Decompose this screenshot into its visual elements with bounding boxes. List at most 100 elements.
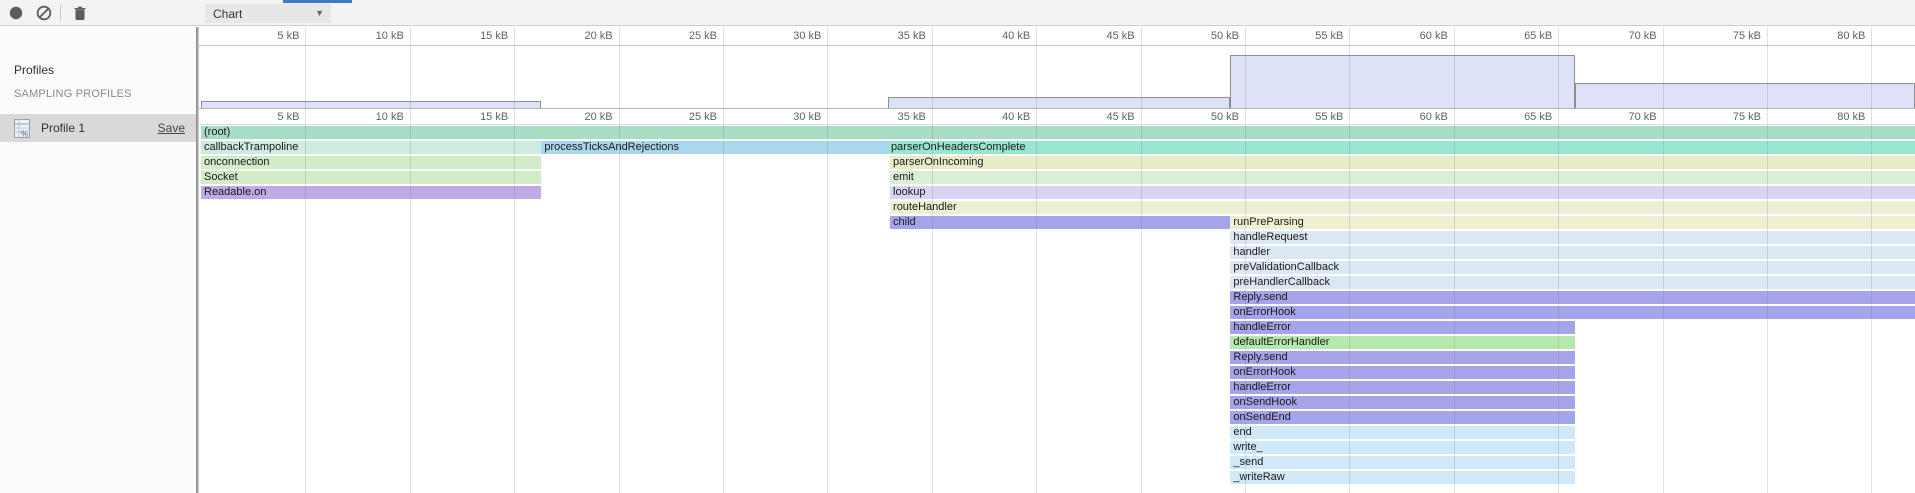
profiles-sidebar: Profiles SAMPLING PROFILES % Profile 1 S… [0,27,196,493]
flame-bar[interactable]: _send [1230,456,1575,469]
flame-bar[interactable]: Reply.send [1230,351,1575,364]
overview-band-1 [888,97,1230,108]
top-ruler-tick-30kb: 30 kB [793,30,821,42]
flame-bar[interactable]: _writeRaw [1230,471,1575,484]
grid-line-35kb [932,27,933,493]
top-ruler-tick-80kb: 80 kB [1837,30,1865,42]
flame-bar[interactable]: write_ [1230,441,1575,454]
top-ruler-tick-25kb: 25 kB [689,30,717,42]
sampling-profiles-section-label: SAMPLING PROFILES [14,88,132,100]
flame-bar[interactable]: handleRequest [1230,231,1915,244]
flame-bar[interactable]: handleError [1230,381,1575,394]
flame-bar[interactable]: child [890,216,1230,229]
bottom-ruler-tick-5kb: 5 kB [277,111,299,123]
bottom-ruler-tick-15kb: 15 kB [480,111,508,123]
top-ruler-tick-40kb: 40 kB [1002,30,1030,42]
view-mode-select[interactable]: Chart ▼ [205,4,331,23]
flame-bar[interactable]: callbackTrampoline [201,141,541,154]
bottom-ruler-tick-50kb: 50 kB [1211,111,1239,123]
delete-profile-button[interactable] [70,3,90,23]
top-ruler-tick-10kb: 10 kB [376,30,404,42]
flame-chart-pane: (root) callbackTrampolineprocessTicksAndR… [199,27,1915,493]
flame-bar[interactable]: onSendEnd [1230,411,1575,424]
flame-bar[interactable]: processTicksAndRejections [541,141,888,154]
profile-document-icon: % [14,119,30,138]
flame-bar[interactable]: onErrorHook [1230,366,1575,379]
grid-line-55kb [1349,27,1350,493]
top-ruler-tick-65kb: 65 kB [1524,30,1552,42]
record-circle-icon [9,6,23,20]
top-ruler-tick-60kb: 60 kB [1420,30,1448,42]
flame-bar[interactable]: end [1230,426,1575,439]
sidebar-item-profile-1[interactable]: % Profile 1 Save [0,114,196,142]
flame-bar[interactable]: parserOnIncoming [890,156,1915,169]
flame-bar[interactable]: routeHandler [890,201,1915,214]
flame-bar[interactable]: onSendHook [1230,396,1575,409]
overview-band-0 [201,101,541,108]
top-ruler-tick-70kb: 70 kB [1628,30,1656,42]
flame-bar[interactable]: onErrorHook [1230,306,1915,319]
grid-line-70kb [1663,27,1664,493]
grid-line-30kb [827,27,828,493]
top-ruler-tick-50kb: 50 kB [1211,30,1239,42]
flame-bar[interactable]: defaultErrorHandler [1230,336,1575,349]
record-button[interactable] [6,3,26,23]
bottom-ruler-tick-40kb: 40 kB [1002,111,1030,123]
bottom-ruler-tick-20kb: 20 kB [584,111,612,123]
bottom-ruler-tick-45kb: 45 kB [1106,111,1134,123]
grid-line-25kb [723,27,724,493]
profiler-toolbar: Chart ▼ [0,0,1915,26]
top-ruler-tick-75kb: 75 kB [1733,30,1761,42]
flame-bar[interactable]: Readable.on [201,186,541,199]
grid-line-80kb [1871,27,1872,493]
bottom-ruler-tick-70kb: 70 kB [1628,111,1656,123]
trash-icon [73,6,87,21]
top-ruler-tick-35kb: 35 kB [898,30,926,42]
overview-band-2 [1230,55,1575,108]
flame-bar[interactable]: parserOnHeadersComplete [888,141,1915,154]
bottom-ruler-tick-25kb: 25 kB [689,111,717,123]
top-ruler-tick-45kb: 45 kB [1106,30,1134,42]
grid-line-40kb [1036,27,1037,493]
flame-bar[interactable]: (root) [201,126,1915,139]
active-tab-underline [283,0,352,3]
bottom-ruler-tick-65kb: 65 kB [1524,111,1552,123]
flame-bar[interactable]: emit [890,171,1915,184]
top-ruler-tick-5kb: 5 kB [277,30,299,42]
clear-profiles-button[interactable] [34,3,54,23]
grid-line-20kb [619,27,620,493]
flame-bar[interactable]: lookup [890,186,1915,199]
save-profile-link[interactable]: Save [158,121,185,135]
flame-bar[interactable]: onconnection [201,156,541,169]
chevron-down-icon: ▼ [315,8,324,18]
flame-bar[interactable]: handler [1230,246,1915,259]
flame-bar[interactable]: handleError [1230,321,1575,334]
grid-line-60kb [1454,27,1455,493]
bottom-ruler-tick-30kb: 30 kB [793,111,821,123]
sidebar-heading: Profiles [14,63,54,77]
overview-band-3 [1575,83,1915,108]
flame-bar[interactable]: preHandlerCallback [1230,276,1915,289]
flame-bar[interactable]: Reply.send [1230,291,1915,304]
bottom-ruler-tick-10kb: 10 kB [376,111,404,123]
bottom-ruler-tick-60kb: 60 kB [1420,111,1448,123]
flame-bar[interactable]: Socket [201,171,541,184]
bottom-ruler-tick-35kb: 35 kB [898,111,926,123]
grid-line-10kb [410,27,411,493]
grid-line-50kb [1245,27,1246,493]
grid-line-75kb [1767,27,1768,493]
view-mode-value: Chart [213,7,242,21]
toolbar-divider [60,5,61,21]
flame-bar[interactable]: preValidationCallback [1230,261,1915,274]
top-ruler-tick-20kb: 20 kB [584,30,612,42]
flame-bar[interactable]: runPreParsing [1230,216,1915,229]
grid-line-5kb [305,27,306,493]
grid-line-65kb [1558,27,1559,493]
svg-text:%: % [21,129,28,138]
grid-line-45kb [1141,27,1142,493]
grid-line-15kb [514,27,515,493]
bottom-ruler-tick-55kb: 55 kB [1315,111,1343,123]
circle-slash-icon [36,5,52,21]
bottom-ruler-tick-80kb: 80 kB [1837,111,1865,123]
top-ruler-tick-15kb: 15 kB [480,30,508,42]
